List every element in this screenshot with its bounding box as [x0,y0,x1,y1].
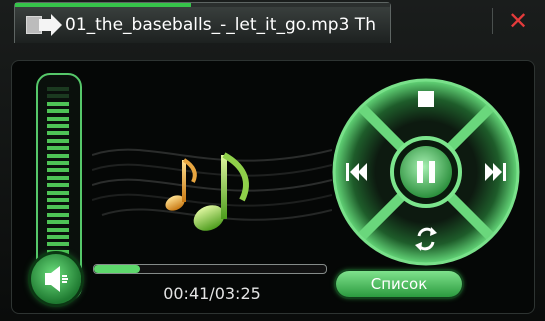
music-notes-artwork [92,148,332,231]
previous-button[interactable] [341,158,369,186]
speaker-icon [45,266,68,292]
next-button[interactable] [483,158,511,186]
tab-progress-fill [15,3,192,7]
tab-progress-bar [15,3,390,7]
volume-level-bar [47,87,69,91]
volume-level-bar [47,146,69,151]
time-display: 00:41/03:25 [163,284,261,303]
seek-bar-fill [94,265,141,273]
volume-level-bar [47,124,69,128]
pause-button[interactable] [400,146,452,198]
playlist-button[interactable]: Список [336,271,462,297]
seek-bar[interactable] [93,264,327,274]
mute-button[interactable] [31,254,81,304]
volume-level-bar [47,175,69,180]
volume-level-bar [47,131,69,136]
close-button[interactable]: ✕ [502,6,534,36]
volume-level-bar [47,109,69,114]
volume-level-bar [47,94,69,99]
volume-level-bar [47,116,69,121]
control-wheel [332,78,520,266]
file-arrow-icon [26,14,62,36]
volume-level-bar [47,198,69,202]
volume-level-bar [47,235,69,239]
volume-level-bar [47,153,69,158]
title-separator [492,8,493,34]
volume-level-bar [47,161,69,165]
volume-level-bar [47,190,69,195]
volume-level-bar [47,183,69,188]
volume-level-bar [47,101,69,106]
volume-level-bar [47,220,69,225]
volume-level-bar [47,227,69,232]
volume-level-bar [47,138,69,143]
volume-level-bar [47,242,69,247]
repeat-button[interactable] [412,224,440,252]
stop-icon [418,91,434,107]
track-title: 01_the_baseballs_-_let_it_go.mp3 Th [65,15,376,35]
track-tab[interactable]: 01_the_baseballs_-_let_it_go.mp3 Th [14,2,391,43]
volume-level-bar [47,212,69,217]
stop-button[interactable] [414,87,438,111]
volume-level-bar [47,205,69,210]
volume-level-bar [47,168,69,173]
